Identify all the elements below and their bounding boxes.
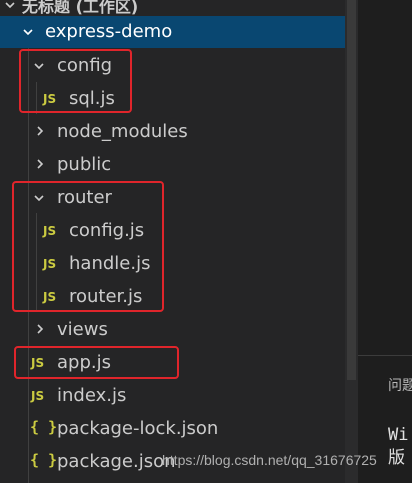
- terminal-line: 版: [388, 448, 405, 468]
- root-folder-row[interactable]: express-demo: [0, 16, 345, 48]
- chevron-right-icon: [34, 125, 44, 136]
- tree-item-label: app.js: [57, 352, 111, 373]
- tab-problems[interactable]: 问题: [388, 375, 412, 395]
- tree-item-label: router.js: [69, 286, 143, 307]
- tree-item-label: node_modules: [57, 121, 188, 142]
- tree-item-label: router: [57, 187, 112, 208]
- tree-item-label: package.json: [57, 451, 176, 472]
- workspace-title: 无标题 (工作区): [22, 0, 139, 16]
- tree-item-router-js[interactable]: JS router.js: [0, 280, 345, 313]
- tree-item-public-folder[interactable]: public: [0, 148, 345, 181]
- explorer-panel: 无标题 (工作区) express-demo config JS sql.js: [0, 0, 358, 483]
- tree-item-label: handle.js: [69, 253, 151, 274]
- explorer-scrollbar-thumb[interactable]: [347, 0, 356, 380]
- tree-item-router-folder[interactable]: router: [0, 181, 345, 214]
- tree-item-label: sql.js: [69, 88, 115, 109]
- tree-item-index-js[interactable]: JS index.js: [0, 379, 345, 412]
- tree-item-sql-js[interactable]: JS sql.js: [0, 82, 345, 115]
- chevron-down-icon: [33, 192, 44, 202]
- chevron-right-icon: [34, 158, 44, 169]
- js-file-icon: JS: [43, 92, 57, 106]
- tree-item-handle-js[interactable]: JS handle.js: [0, 247, 345, 280]
- watermark-text: https://blog.csdn.net/qq_31676725: [162, 452, 377, 468]
- tree-item-label: config: [57, 55, 113, 76]
- tree-item-label: index.js: [57, 385, 127, 406]
- js-file-icon: JS: [31, 356, 45, 370]
- editor-area: [358, 0, 412, 355]
- tree-item-app-js[interactable]: JS app.js: [0, 346, 345, 379]
- chevron-right-icon: [34, 323, 44, 334]
- chevron-down-icon: [4, 0, 15, 9]
- js-file-icon: JS: [43, 224, 57, 238]
- tree-item-package-lock-json[interactable]: { } package-lock.json: [0, 412, 345, 445]
- workspace-header[interactable]: 无标题 (工作区): [0, 0, 345, 16]
- chevron-down-icon: [33, 60, 44, 70]
- js-file-icon: JS: [43, 290, 57, 304]
- tree-item-config-folder[interactable]: config: [0, 49, 345, 82]
- tree-item-label: public: [57, 154, 112, 175]
- tree-item-config-js[interactable]: JS config.js: [0, 214, 345, 247]
- json-file-icon: { }: [30, 451, 58, 469]
- vscode-window: 无标题 (工作区) express-demo config JS sql.js: [0, 0, 412, 483]
- tree-item-label: package-lock.json: [57, 418, 219, 439]
- tree-item-label: config.js: [69, 220, 145, 241]
- chevron-down-icon: [22, 26, 33, 36]
- js-file-icon: JS: [43, 257, 57, 271]
- tree-item-views-folder[interactable]: views: [0, 313, 345, 346]
- js-file-icon: JS: [31, 389, 45, 403]
- terminal-line: Wi: [388, 425, 409, 445]
- tree-item-node-modules-folder[interactable]: node_modules: [0, 115, 345, 148]
- json-file-icon: { }: [30, 418, 58, 436]
- tree-item-label: views: [57, 319, 108, 340]
- root-folder-label: express-demo: [45, 21, 173, 42]
